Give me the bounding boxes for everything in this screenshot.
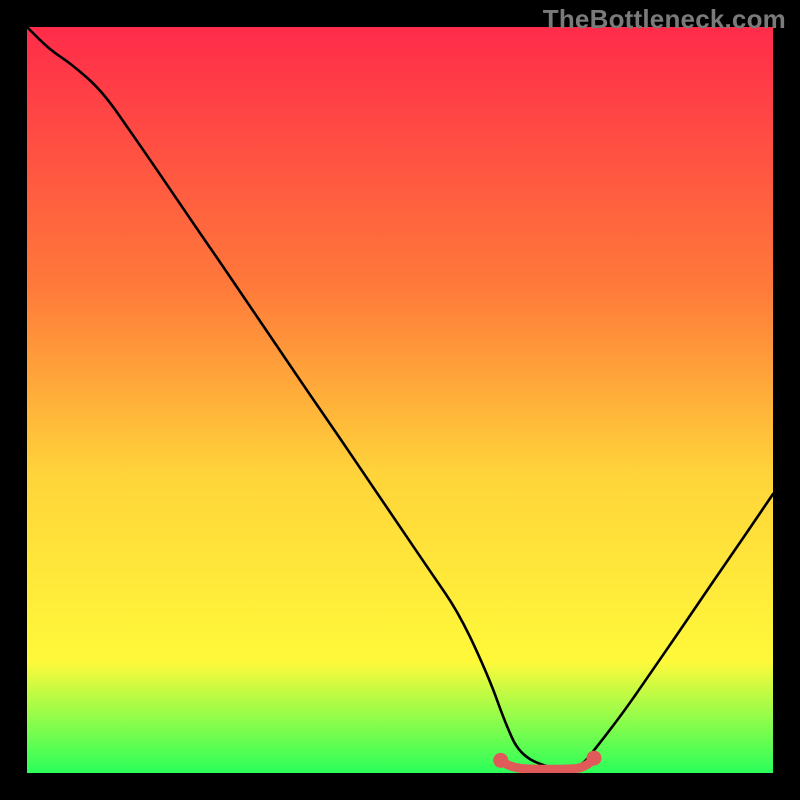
gradient-background	[27, 27, 773, 773]
chart-frame: TheBottleneck.com	[0, 0, 800, 800]
watermark-text: TheBottleneck.com	[543, 4, 786, 35]
flat-endpoint-left-icon	[493, 753, 508, 768]
bottleneck-plot	[27, 27, 773, 773]
flat-endpoint-right-icon	[586, 751, 601, 766]
